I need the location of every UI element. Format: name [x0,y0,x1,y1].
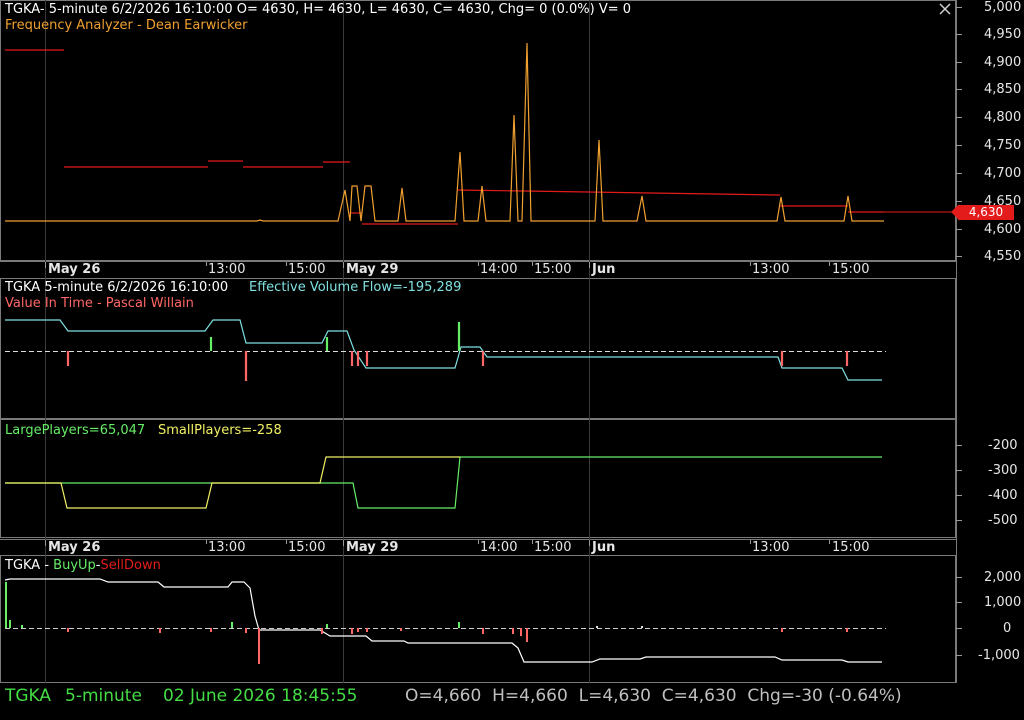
y-tick-label: 2,000 [984,570,1022,585]
date-label: 15:00 [534,540,572,555]
value-in-time-line [5,319,882,381]
date-label: 15:00 [534,262,572,277]
vertical-gridlines [45,0,590,683]
price-panel-subtitle: Frequency Analyzer - Dean Earwicker [5,18,248,33]
y-tick-label: -1,000 [978,648,1020,663]
date-label: May 29 [346,540,399,555]
date-label: 15:00 [288,262,326,277]
date-label: 15:00 [832,262,870,277]
date-label: 13:00 [208,540,246,555]
last-price-tag: 4,630 [951,205,1014,220]
y-tick-label: 1,000 [984,595,1022,610]
y-tick-label: 4,850 [984,82,1022,97]
date-label: May 26 [48,540,101,555]
y-tick-label: 0 [1003,621,1012,636]
date-label: 13:00 [752,262,790,277]
date-label: May 26 [48,262,101,277]
y-tick-label: 4,800 [984,110,1022,125]
vit-panel-title: TGKA 5-minute 6/2/2026 16:10:00 [5,280,229,295]
y-tick-label: -300 [988,463,1018,478]
effective-volume-flow-label: Effective Volume Flow=-195,289 [249,280,462,295]
buyup-label: BuyUp [53,558,96,573]
close-icon[interactable] [938,3,952,15]
y-tick-label: 5,000 [984,0,1022,15]
large-players-label: LargePlayers=65,047 [5,423,146,438]
panel-borders [0,0,957,683]
small-players-label: SmallPlayers=-258 [158,423,282,438]
selldown-label: SellDown [100,558,161,573]
y-tick-label: -400 [988,488,1018,503]
frequency-red-line [5,49,884,225]
date-label: 14:00 [480,540,518,555]
y-tick-label: 4,900 [984,55,1022,70]
y-tick-label: 4,950 [984,27,1022,42]
buyup-selldown-line [4,578,882,663]
buyup-panel-title: TGKA - BuyUp-SellDown [5,559,161,573]
buyup-bars [5,582,848,664]
vit-panel-subtitle: Value In Time - Pascal Willain [5,296,194,311]
y-tick-label: 4,750 [984,138,1022,153]
date-label: 13:00 [752,540,790,555]
status-ohlc: O=4,660 H=4,660 L=4,630 C=4,630 Chg=-30 … [405,686,902,706]
y-tick-label: 4,550 [984,249,1022,264]
chart-canvas[interactable] [0,0,1024,720]
status-datetime: 02 June 2026 18:45:55 [163,686,358,706]
y-tick-label: -200 [988,438,1018,453]
date-label: 13:00 [208,262,246,277]
price-panel-title: TGKA- 5-minute 6/2/2026 16:10:00 O= 4630… [5,2,632,17]
y-tick-label: 4,700 [984,166,1022,181]
date-label: 14:00 [480,262,518,277]
buyup-title-prefix: TGKA - [5,558,54,573]
status-interval: 5-minute [65,686,142,706]
date-label: May 29 [346,262,399,277]
date-label: 15:00 [832,540,870,555]
y-tick-label: -500 [988,513,1018,528]
status-symbol: TGKA [5,686,52,706]
date-label: 15:00 [288,540,326,555]
date-label: Jun [592,262,616,277]
large-players-line [5,456,882,509]
y-tick-label: 4,600 [984,222,1022,237]
date-label: Jun [592,540,616,555]
